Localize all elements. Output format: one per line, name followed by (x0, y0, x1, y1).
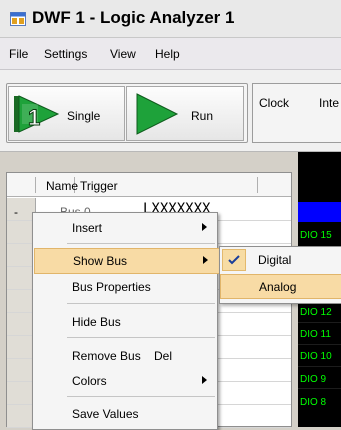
menu-settings[interactable]: Settings (44, 47, 87, 61)
context-menu: Insert Show Bus Bus Properties Hide Bus … (32, 212, 220, 430)
signal-label-dio10: DIO 10 (300, 351, 332, 362)
single-button[interactable]: 1 Single (8, 86, 125, 141)
submenu-item-analog[interactable]: Analog (220, 274, 341, 299)
menu-file[interactable]: File (9, 47, 28, 61)
clock-source-select[interactable]: Inte (319, 96, 339, 110)
menu-item-show-bus[interactable]: Show Bus (34, 248, 220, 274)
submenu-arrow-icon (202, 223, 207, 231)
menu-bar: File Settings View Help (0, 38, 341, 70)
app-window-icon (10, 12, 26, 26)
menu-item-label: Save Values (72, 407, 139, 421)
menu-help[interactable]: Help (155, 47, 180, 61)
menu-item-bus-properties[interactable]: Bus Properties (34, 275, 218, 299)
submenu-arrow-icon (203, 256, 208, 264)
run-button-label: Run (191, 109, 214, 123)
menu-item-shortcut: Del (154, 349, 173, 363)
signal-label-dio11: DIO 11 (300, 329, 331, 340)
menu-item-label: Hide Bus (72, 315, 121, 329)
row-collapse-marker[interactable]: - (14, 205, 18, 219)
menu-item-colors[interactable]: Colors (34, 369, 218, 393)
menu-item-label: Show Bus (73, 254, 128, 268)
svg-text:1: 1 (28, 105, 40, 130)
menu-item-insert[interactable]: Insert (34, 216, 218, 240)
single-button-label: Single (67, 109, 101, 123)
clock-panel (252, 83, 341, 143)
clock-label: Clock (259, 96, 290, 110)
signal-label-dio12: DIO 12 (300, 307, 332, 318)
submenu-item-digital[interactable]: Digital (220, 247, 341, 273)
submenu-arrow-icon (202, 376, 207, 384)
menu-item-label: Insert (72, 221, 103, 235)
run-play-icon (135, 93, 179, 138)
signal-label-dio8: DIO 8 (300, 397, 327, 408)
window-title: DWF 1 - Logic Analyzer 1 (32, 8, 235, 27)
run-button[interactable]: Run (126, 86, 244, 141)
column-header-trigger[interactable]: Trigger (80, 179, 118, 193)
menu-item-label: Bus Properties (72, 280, 151, 294)
bus-band (298, 202, 341, 222)
signal-label-dio9: DIO 9 (300, 374, 327, 385)
menu-item-label: Remove Bus (72, 349, 141, 363)
signal-label-dio15: DIO 15 (300, 230, 332, 241)
menu-view[interactable]: View (110, 47, 136, 61)
submenu-item-label: Analog (259, 280, 297, 294)
menu-item-hide-bus[interactable]: Hide Bus (34, 310, 218, 334)
menu-item-save-values[interactable]: Save Values (34, 402, 218, 426)
menu-item-label: Colors (72, 374, 107, 388)
single-acquisition-icon: 1 (14, 95, 62, 136)
column-header-name[interactable]: Name (46, 179, 78, 193)
submenu-item-label: Digital (258, 253, 292, 267)
menu-item-remove-bus[interactable]: Remove Bus Del (34, 344, 218, 368)
